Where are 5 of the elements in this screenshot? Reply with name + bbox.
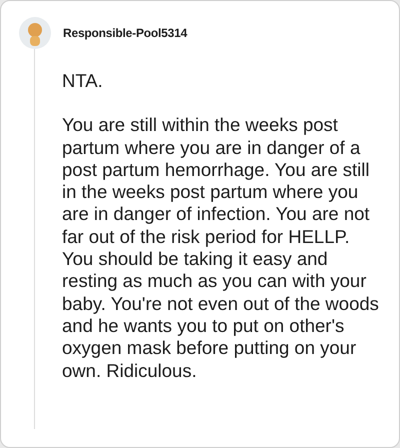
thread-line[interactable] <box>34 49 35 429</box>
username[interactable]: Responsible-Pool5314 <box>63 26 188 40</box>
comment-text: NTA. <box>62 70 104 92</box>
comment-text: You are still within the weeks post partum where you are in danger of a post partum hemorrhage. You are still in the weeks post partum where you are in danger of infection. You are not far out of the risk period for HELLP. You should be taking it easy and resting as much as you can with your baby. You're not even out of the woods and he wants you to put on other's oxygen mask before putting on your own. Ridiculous. <box>62 114 380 382</box>
avatar-icon <box>19 17 51 49</box>
